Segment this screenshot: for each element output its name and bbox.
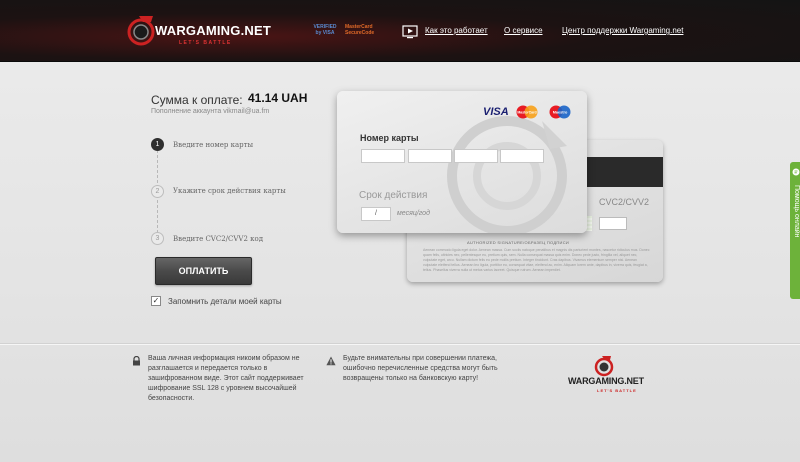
logo-tagline: LET'S BATTLE — [179, 40, 232, 46]
mastercard-logo-icon: MasterCard — [516, 105, 538, 119]
sum-value: 41.14 UAH — [248, 91, 308, 105]
footer-wargaming-logo: WARGAMING.NET LET'S BATTLE — [565, 355, 645, 395]
card-number-input-2[interactable] — [408, 149, 452, 163]
mastercard-securecode-badge: MasterCard SecureCode — [345, 24, 375, 36]
wargaming-logo-icon — [594, 356, 614, 377]
payment-warning: Будьте внимательны при совершении платеж… — [343, 355, 498, 382]
remember-card-label[interactable]: Запомнить детали моей карты — [168, 297, 282, 306]
expiry-label: Срок действия — [359, 190, 428, 201]
expiry-input[interactable]: / — [361, 207, 391, 221]
card-number-input-4[interactable] — [500, 149, 544, 163]
privacy-notice: Ваша личная информация никоим образом не… — [148, 355, 304, 402]
step-1-number: 1 — [151, 138, 164, 151]
online-help-label[interactable]: Помощь онлайн — [792, 185, 800, 295]
logo-text: WARGAMING.NET — [155, 23, 271, 38]
step-3-label: Введите CVC2/CVV2 код — [173, 235, 264, 243]
warning-icon — [326, 356, 336, 366]
nav-about-service[interactable]: О сервисе — [504, 26, 543, 35]
card-number-label: Номер карты — [360, 133, 419, 143]
authorized-signature-label: AUTHORIZED SIGNATURE/ОБРАЗЕЦ ПОДПИСИ — [467, 240, 570, 245]
step-2-number: 2 — [151, 185, 164, 198]
footer-logo-tagline: LET'S BATTLE — [597, 388, 637, 393]
pay-button[interactable]: ОПЛАТИТЬ — [155, 257, 252, 285]
tv-play-icon[interactable] — [402, 25, 418, 39]
account-description: Пополнение аккаунта vikmail@ua.fm — [151, 108, 270, 115]
step-1-label: Введите номер карты — [173, 141, 254, 149]
verified-by-visa-badge: VERIFIED by VISA — [313, 24, 337, 36]
card-front: VISA MasterCard Maestro Номер карты Срок… — [337, 91, 587, 233]
lock-icon — [133, 356, 140, 366]
footer-divider — [0, 343, 800, 344]
maestro-logo-icon: Maestro — [549, 105, 571, 119]
mastercard-logo-text: MasterCard — [517, 111, 536, 115]
card-number-input-3[interactable] — [454, 149, 498, 163]
wargaming-logo[interactable]: WARGAMING.NET LET'S BATTLE — [125, 12, 271, 52]
maestro-logo-text: Maestro — [553, 111, 568, 115]
card-fine-print: Aenean commodo ligula eget dolor. Aenean… — [423, 248, 650, 272]
visa-logo: VISA — [483, 106, 509, 118]
step-2-label: Укажите срок действия карты — [173, 187, 286, 195]
header: WARGAMING.NET LET'S BATTLE VERIFIED by V… — [0, 0, 800, 62]
cvc-input[interactable] — [599, 217, 627, 230]
card-watermark-icon — [447, 116, 567, 233]
card-number-input-1[interactable] — [361, 149, 405, 163]
nav-support-center[interactable]: Центр поддержки Wargaming.net — [562, 26, 683, 35]
sum-label: Сумма к оплате: — [151, 93, 243, 107]
chat-icon — [792, 168, 800, 176]
expiry-hint: месяц/год — [397, 210, 430, 217]
cvc-label: CVC2/CVV2 — [599, 197, 650, 207]
remember-card-checkbox[interactable]: ✓ — [151, 296, 161, 306]
nav-how-it-works[interactable]: Как это работает — [425, 26, 488, 35]
footer-logo-text: WARGAMING.NET — [568, 376, 644, 386]
step-3-number: 3 — [151, 232, 164, 245]
